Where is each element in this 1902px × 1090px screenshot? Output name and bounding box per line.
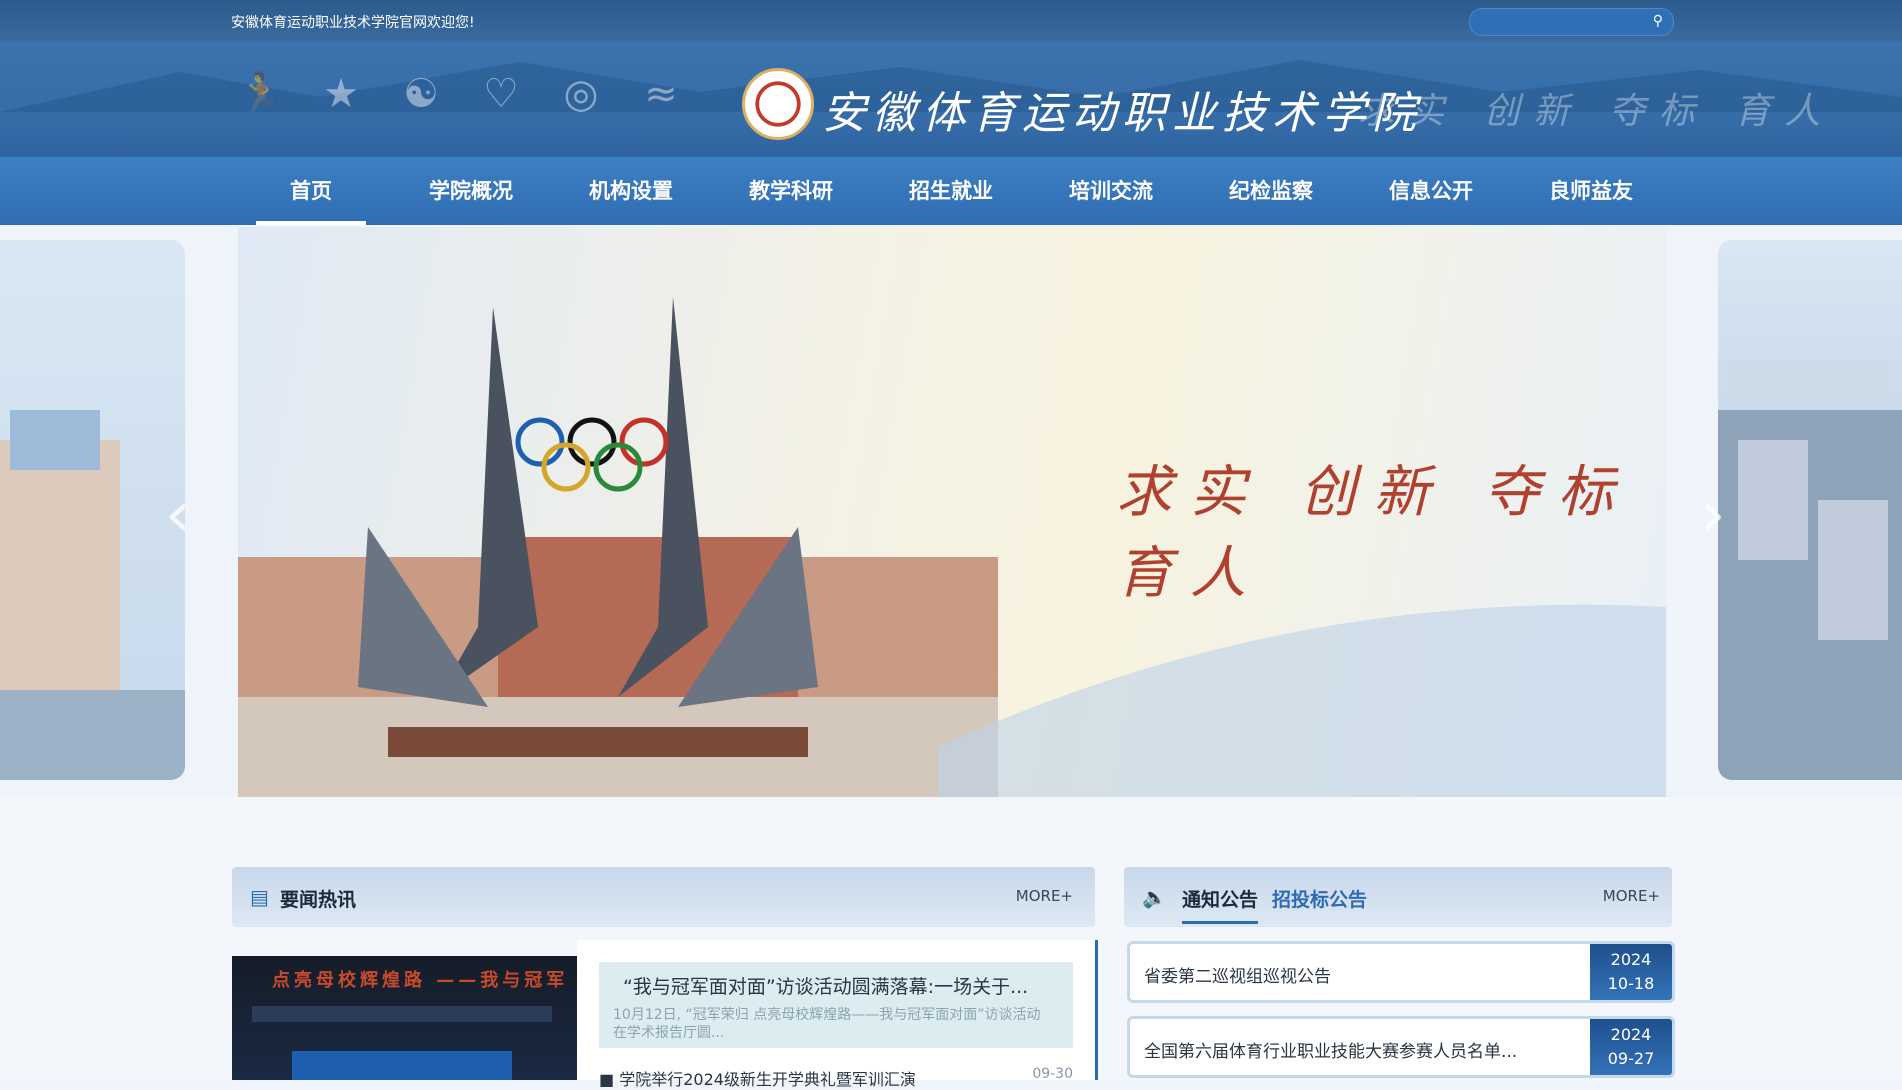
site-header: 🏃 ★ ☯ ♡ ◎ ≈ 安徽体育运动职业技术学院 求实 创新 夺标 育人 <box>0 42 1902 157</box>
carousel-next-arrow[interactable]: › <box>1700 478 1726 552</box>
nav-item-teaching[interactable]: 教学科研 <box>711 157 871 225</box>
cycling-icon: ◎ <box>563 71 599 117</box>
banner-motto: 求实 创新 夺标 育人 <box>1116 460 1632 606</box>
header-motto: 求实 创新 夺标 育人 <box>1358 91 1835 132</box>
welcome-text: 安徽体育运动职业技术学院官网欢迎您! <box>231 15 475 31</box>
nav-item-home[interactable]: 首页 <box>231 157 391 225</box>
nav-item-info[interactable]: 信息公开 <box>1351 157 1511 225</box>
carousel-prev-slide[interactable] <box>0 240 185 780</box>
nav-item-admission[interactable]: 招生就业 <box>871 157 1031 225</box>
notice-more-link[interactable]: MORE+ <box>1603 887 1660 905</box>
gymnastics-icon: ☯ <box>403 71 439 117</box>
banner-slide[interactable]: 求实 创新 夺标 育人 <box>238 227 1666 797</box>
athletics-icon: 🏃 <box>236 71 286 117</box>
top-bar: 安徽体育运动职业技术学院官网欢迎您! ⚲ <box>0 0 1902 42</box>
search-icon[interactable]: ⚲ <box>1653 13 1663 29</box>
notice-item[interactable]: 全国第六届体育行业职业技能大赛参赛人员名单... 2024 09-27 <box>1127 1016 1675 1078</box>
nav-item-discipline[interactable]: 纪检监察 <box>1191 157 1351 225</box>
carousel-next-slide[interactable] <box>1718 240 1902 780</box>
featured-news-summary: 10月12日, “冠军荣归 点亮母校辉煌路——我与冠军面对面”访谈活动在学术报告… <box>613 1007 1041 1041</box>
main-nav: 首页 学院概况 机构设置 教学科研 招生就业 培训交流 纪检监察 信息公开 良师… <box>0 157 1902 225</box>
notice-title[interactable]: 省委第二巡视组巡视公告 <box>1144 962 1544 987</box>
featured-news[interactable]: “我与冠军面对面”访谈活动圆满落幕:一场关于... 10月12日, “冠军荣归 … <box>599 962 1073 1048</box>
notice-date-badge: 2024 10-18 <box>1590 944 1672 1000</box>
notice-title[interactable]: 全国第六届体育行业职业技能大赛参赛人员名单... <box>1144 1037 1544 1062</box>
building-image <box>0 410 185 780</box>
tab-notices[interactable]: 通知公告 <box>1182 885 1259 924</box>
news-card: “我与冠军面对面”访谈活动圆满落幕:一场关于... 10月12日, “冠军荣归 … <box>577 940 1098 1089</box>
notice-year: 2024 <box>1610 1025 1652 1044</box>
document-icon: ▤ <box>250 885 269 909</box>
nav-item-departments[interactable]: 机构设置 <box>551 157 711 225</box>
news-more-link[interactable]: MORE+ <box>1016 887 1073 905</box>
notice-header: 🔈 通知公告 招投标公告 MORE+ <box>1124 867 1672 927</box>
jump-icon: ♡ <box>483 71 519 117</box>
campus-aerial-image <box>1718 360 1902 780</box>
nav-item-mentors[interactable]: 良师益友 <box>1511 157 1671 225</box>
nav-item-training[interactable]: 培训交流 <box>1031 157 1191 225</box>
notice-date: 10-18 <box>1607 974 1655 993</box>
swimming-icon: ≈ <box>644 71 678 117</box>
news-title: 要闻热讯 <box>280 889 357 911</box>
news-image[interactable]: 点亮母校辉煌路 ——我与冠军 <box>232 956 577 1080</box>
news-header: ▤ 要闻热讯 MORE+ <box>232 867 1095 927</box>
notice-item[interactable]: 省委第二巡视组巡视公告 2024 10-18 <box>1127 941 1675 1003</box>
tab-tenders[interactable]: 招投标公告 <box>1272 885 1367 912</box>
stage-image <box>252 1006 552 1080</box>
search-input[interactable]: ⚲ <box>1469 8 1674 36</box>
notice-date: 09-27 <box>1607 1049 1655 1068</box>
school-logo[interactable] <box>742 68 814 140</box>
featured-news-title[interactable]: “我与冠军面对面”访谈活动圆满落幕:一场关于... <box>623 972 1063 999</box>
notice-year: 2024 <box>1610 950 1652 969</box>
news-list-item[interactable]: ■ 学院举行2024级新生开学典礼暨军训汇演 <box>599 1066 1073 1090</box>
school-name[interactable]: 安徽体育运动职业技术学院 <box>822 77 1422 141</box>
sport-icons: 🏃 ★ ☯ ♡ ◎ ≈ <box>232 70 690 118</box>
notice-date-badge: 2024 09-27 <box>1590 1019 1672 1075</box>
nav-item-overview[interactable]: 学院概况 <box>391 157 551 225</box>
carousel-prev-arrow[interactable]: ‹ <box>165 478 191 552</box>
team-icon: ★ <box>323 71 359 117</box>
speaker-icon: 🔈 <box>1142 885 1167 909</box>
